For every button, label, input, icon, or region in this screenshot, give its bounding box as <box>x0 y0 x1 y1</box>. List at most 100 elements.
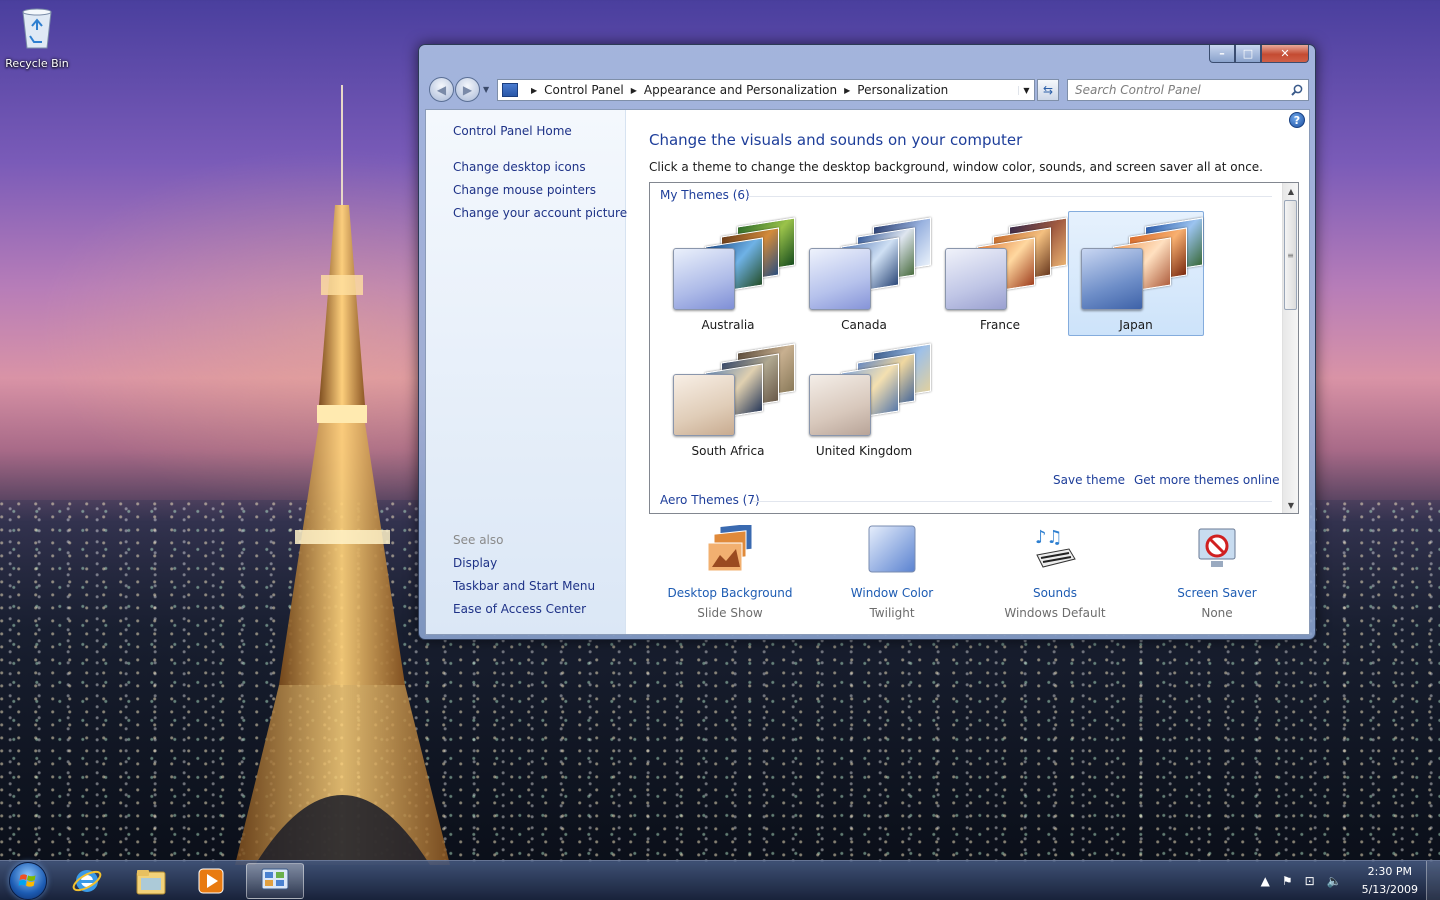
sounds-icon: ♪♫ <box>1035 527 1076 568</box>
group-divider <box>752 501 1272 502</box>
change-desktop-icons-link[interactable]: Change desktop icons <box>453 160 586 174</box>
back-arrow-icon: ◀ <box>436 82 447 97</box>
window-color-value: Twilight <box>869 606 915 620</box>
page-description: Click a theme to change the desktop back… <box>649 160 1263 174</box>
taskbar-internet-explorer[interactable] <box>58 863 116 899</box>
my-themes-group-label: My Themes (6) <box>660 188 750 202</box>
breadcrumb-separator-icon[interactable]: ▶ <box>531 86 537 95</box>
control-panel-icon <box>502 83 518 97</box>
get-more-themes-link[interactable]: Get more themes online <box>1134 473 1280 487</box>
back-button[interactable]: ◀ <box>429 77 454 102</box>
task-pane: Control Panel Home Change desktop icons … <box>426 110 627 634</box>
theme-australia[interactable]: Australia <box>660 211 796 336</box>
sounds-label[interactable]: Sounds <box>975 586 1135 600</box>
refresh-button[interactable]: ⇆ <box>1037 79 1059 101</box>
desktop-background-setting[interactable]: Desktop Background Slide Show <box>650 522 810 620</box>
ease-of-access-link[interactable]: Ease of Access Center <box>453 602 586 616</box>
screen-saver-value: None <box>1201 606 1233 620</box>
scroll-up-icon[interactable]: ▲ <box>1283 183 1298 199</box>
recycle-bin[interactable]: Recycle Bin <box>4 6 70 70</box>
close-button[interactable]: ✕ <box>1261 45 1309 63</box>
theme-list-scrollbar[interactable]: ▲ ≡ ▼ <box>1282 183 1298 513</box>
personalization-window: – □ ✕ ◀ ▶ ▼ ▶ Control Panel ▶ Appearance… <box>418 44 1316 640</box>
window-color-setting[interactable]: Window Color Twilight <box>812 525 972 620</box>
show-desktop-button[interactable] <box>1426 861 1440 900</box>
address-dropdown-icon[interactable]: ▼ <box>1018 85 1034 95</box>
theme-name: Japan <box>1119 318 1153 332</box>
taskbar-control-panel[interactable] <box>246 863 304 899</box>
theme-name: United Kingdom <box>815 444 913 458</box>
show-hidden-icons-icon[interactable]: ▲ <box>1261 874 1270 888</box>
taskbar-media-player[interactable] <box>182 863 240 899</box>
recycle-bin-label: Recycle Bin <box>5 57 69 70</box>
control-panel-home-link[interactable]: Control Panel Home <box>453 124 572 138</box>
theme-japan[interactable]: Japan <box>1068 211 1204 336</box>
search-icon[interactable] <box>1291 84 1303 96</box>
theme-settings-row: Desktop Background Slide Show Window Col… <box>626 522 1309 625</box>
breadcrumb-personalization[interactable]: Personalization <box>857 83 948 97</box>
forward-button[interactable]: ▶ <box>455 77 480 102</box>
theme-thumbnail <box>673 217 797 310</box>
scroll-thumb[interactable]: ≡ <box>1284 200 1297 310</box>
theme-canada[interactable]: Canada <box>796 211 932 336</box>
breadcrumb-appearance[interactable]: Appearance and Personalization <box>644 83 837 97</box>
change-mouse-pointers-link[interactable]: Change mouse pointers <box>453 183 596 197</box>
desktop-background-value: Slide Show <box>697 606 763 620</box>
theme-united-kingdom[interactable]: United Kingdom <box>796 337 932 462</box>
display-link[interactable]: Display <box>453 556 497 570</box>
taskbar-start-menu-link[interactable]: Taskbar and Start Menu <box>453 579 595 593</box>
windows-explorer-icon <box>136 870 166 895</box>
recycle-bin-icon <box>22 8 52 49</box>
search-box <box>1067 79 1309 101</box>
search-input[interactable] <box>1068 83 1283 97</box>
window-color-icon <box>868 525 916 573</box>
theme-france[interactable]: France <box>932 211 1068 336</box>
sounds-setting[interactable]: ♪♫ Sounds Windows Default <box>975 525 1135 620</box>
start-button[interactable] <box>3 862 53 900</box>
theme-list: My Themes (6) Australia Canada France Ja… <box>649 182 1299 514</box>
change-account-picture-link[interactable]: Change your account picture <box>453 206 627 220</box>
window-content: Control Panel Home Change desktop icons … <box>425 109 1310 635</box>
theme-name: Canada <box>841 318 887 332</box>
internet-explorer-icon <box>72 870 102 892</box>
theme-thumbnail <box>809 217 933 310</box>
network-icon[interactable]: ⊡ <box>1305 874 1315 888</box>
group-divider <box>748 196 1272 197</box>
recent-pages-dropdown[interactable]: ▼ <box>483 85 489 94</box>
breadcrumb-separator-icon[interactable]: ▶ <box>631 86 637 95</box>
help-icon[interactable]: ? <box>1289 112 1305 128</box>
clock-date: 5/13/2009 <box>1361 883 1418 896</box>
screen-saver-setting[interactable]: Screen Saver None <box>1137 525 1297 620</box>
desktop-background-label[interactable]: Desktop Background <box>650 586 810 600</box>
theme-thumbnail <box>1081 217 1205 310</box>
theme-name: Australia <box>701 318 755 332</box>
clock[interactable]: 2:30 PM 5/13/2009 <box>1362 863 1418 899</box>
forward-arrow-icon: ▶ <box>462 82 473 97</box>
notification-area: ▲ ⚑ ⊡ 🔈 2:30 PM 5/13/2009 <box>1261 861 1418 900</box>
theme-name: South Africa <box>691 444 765 458</box>
theme-thumbnail <box>945 217 1069 310</box>
breadcrumb-separator-icon[interactable]: ▶ <box>844 86 850 95</box>
address-bar[interactable]: ▶ Control Panel ▶ Appearance and Persona… <box>497 79 1035 101</box>
aero-themes-group-label: Aero Themes (7) <box>660 493 760 507</box>
control-panel-icon <box>261 868 289 890</box>
save-theme-link[interactable]: Save theme <box>1053 473 1125 487</box>
page-title: Change the visuals and sounds on your co… <box>649 131 1023 149</box>
action-center-flag-icon[interactable]: ⚑ <box>1282 874 1293 888</box>
volume-icon[interactable]: 🔈 <box>1327 874 1342 888</box>
taskbar-windows-explorer[interactable] <box>122 863 180 899</box>
refresh-icon: ⇆ <box>1042 83 1054 97</box>
screen-saver-label[interactable]: Screen Saver <box>1137 586 1297 600</box>
theme-south-africa[interactable]: South Africa <box>660 337 796 462</box>
main-panel: ? Change the visuals and sounds on your … <box>626 110 1309 634</box>
maximize-button[interactable]: □ <box>1235 45 1261 63</box>
navigation-bar: ◀ ▶ ▼ ▶ Control Panel ▶ Appearance and P… <box>427 77 1309 103</box>
minimize-button[interactable]: – <box>1209 45 1235 63</box>
scroll-down-icon[interactable]: ▼ <box>1283 497 1298 513</box>
maximize-icon: □ <box>1242 47 1254 60</box>
minimize-icon: – <box>1219 47 1225 60</box>
breadcrumb-control-panel[interactable]: Control Panel <box>544 83 624 97</box>
see-also-label: See also <box>453 533 504 547</box>
media-player-icon <box>198 868 224 894</box>
window-color-label[interactable]: Window Color <box>812 586 972 600</box>
